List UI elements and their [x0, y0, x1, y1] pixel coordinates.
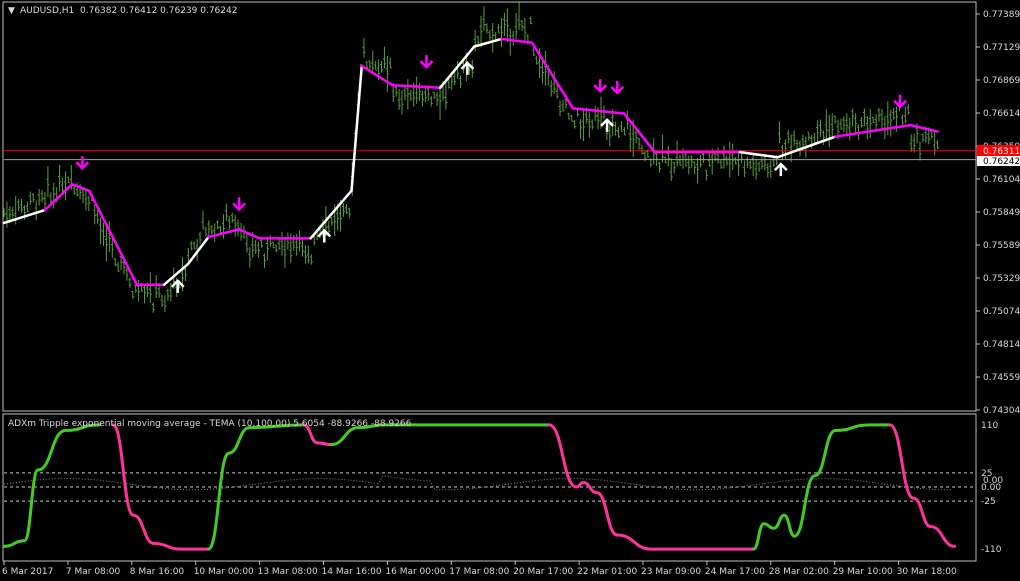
price-tick-label: 0.75849	[983, 208, 1020, 218]
price-tick-label: 0.74814	[983, 340, 1020, 350]
time-tick-label: 23 Mar 09:00	[641, 567, 701, 577]
indicator-title: ADXm Tripple exponential moving average …	[8, 419, 412, 429]
price-tick-label: 0.75329	[983, 274, 1020, 284]
time-tick-label: 14 Mar 16:00	[322, 567, 382, 577]
price-tick-label: 0.77389	[983, 10, 1020, 20]
indicator-tick-label: -25	[981, 497, 996, 507]
ohlc-label: 0.76382 0.76412 0.76239 0.76242	[80, 6, 237, 16]
price-tick-label: 0.75589	[983, 241, 1020, 251]
time-tick-label: 28 Mar 02:00	[769, 567, 829, 577]
time-tick-label: 13 Mar 08:00	[258, 567, 318, 577]
price-tick-label: 0.77129	[983, 43, 1020, 53]
time-tick-label: 17 Mar 08:00	[449, 567, 509, 577]
price-tick-label: 0.76869	[983, 76, 1020, 86]
price-tick-label: 0.74304	[983, 406, 1020, 416]
price-tick-label: 0.76104	[983, 175, 1020, 185]
indicator-tick-label: 110	[981, 421, 998, 431]
price-tick-label: 0.76614	[983, 109, 1020, 119]
time-tick-label: 24 Mar 17:00	[705, 567, 765, 577]
time-tick-label: 30 Mar 18:00	[897, 567, 957, 577]
time-tick-label: 16 Mar 00:00	[385, 567, 445, 577]
red-level-text: 0.76311	[983, 147, 1020, 157]
time-tick-label: 20 Mar 17:00	[513, 567, 573, 577]
time-tick-label: 22 Mar 01:00	[577, 567, 637, 577]
price-tick-label: 0.74559	[983, 373, 1020, 383]
time-tick-label: 8 Mar 16:00	[130, 567, 185, 577]
price-tick-label: 0.75074	[983, 307, 1020, 317]
indicator-tick-label: -110	[981, 545, 1002, 555]
chart-background	[0, 0, 1020, 581]
current-price-text: 0.76242	[983, 157, 1020, 167]
trading-chart[interactable]: 0.773890.771290.768690.766140.763590.761…	[0, 0, 1020, 581]
time-tick-label: 6 Mar 2017	[2, 567, 53, 577]
time-tick-label: 29 Mar 10:00	[833, 567, 893, 577]
header-triangle-icon[interactable]: ▼	[8, 6, 15, 16]
indicator-zero-label: 0.00	[983, 476, 1003, 486]
symbol-label: AUDUSD,H1	[20, 6, 74, 16]
time-tick-label: 7 Mar 08:00	[66, 567, 121, 577]
time-tick-label: 10 Mar 00:00	[194, 567, 254, 577]
